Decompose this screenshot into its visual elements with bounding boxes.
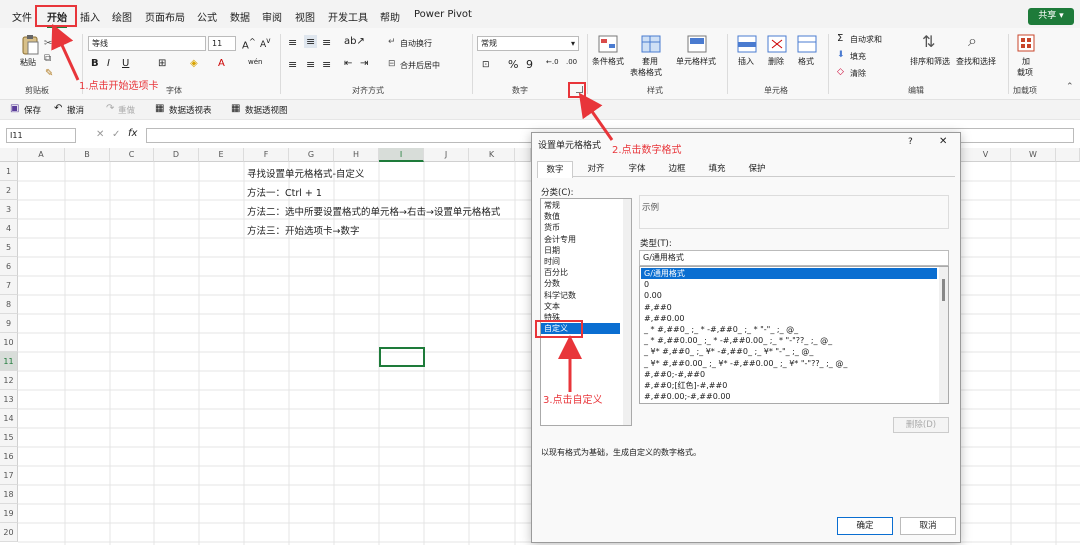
annotation-step2: 2.点击数字格式 xyxy=(612,145,682,156)
annotation-arrows xyxy=(51,23,614,392)
annotation-step1: 1.点击开始选项卡 xyxy=(79,81,159,92)
annotation-step3: 3.点击自定义 xyxy=(543,395,603,406)
